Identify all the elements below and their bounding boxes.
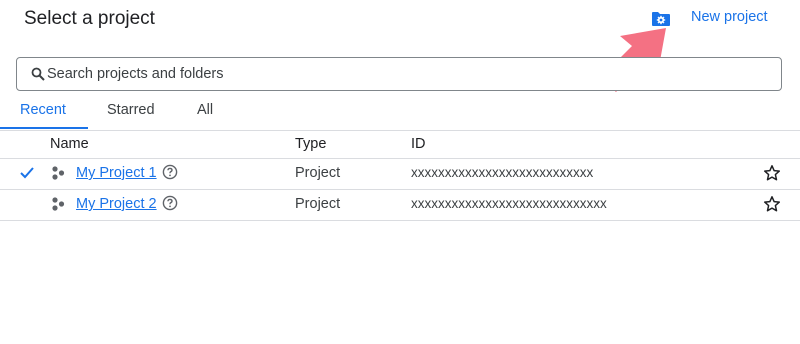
star-cell <box>763 190 781 218</box>
project-icon-cell <box>50 159 68 187</box>
tab-all[interactable]: All <box>197 102 213 118</box>
help-icon[interactable] <box>162 195 178 211</box>
search-box[interactable] <box>16 57 782 91</box>
type-cell: Project <box>295 196 341 212</box>
project-name-link[interactable]: My Project 1 <box>76 165 157 181</box>
tab-bar: Recent Starred All <box>0 98 800 131</box>
tab-recent[interactable]: Recent <box>20 102 66 118</box>
header-type: Type <box>295 136 327 152</box>
new-project-label[interactable]: New project <box>691 9 768 25</box>
table-row[interactable]: My Project 2 Project xxxxxxxxxxxxxxxxxxx… <box>0 190 800 221</box>
search-icon <box>31 67 45 81</box>
star-icon[interactable] <box>763 164 781 182</box>
id-cell: xxxxxxxxxxxxxxxxxxxxxxxxxxxxx <box>411 196 607 211</box>
project-icon-cell <box>50 190 68 218</box>
name-cell: My Project 1 <box>76 159 178 187</box>
id-cell: xxxxxxxxxxxxxxxxxxxxxxxxxxx <box>411 165 594 180</box>
type-cell: Project <box>295 165 341 181</box>
star-icon[interactable] <box>763 195 781 213</box>
select-project-dialog: Select a project New project Search proj… <box>0 0 800 344</box>
check-cell <box>18 159 38 187</box>
projects-table: Name Type ID My Project 1 Project xxxxxx… <box>0 130 800 221</box>
check-icon <box>20 167 34 179</box>
name-cell: My Project 2 <box>76 190 178 218</box>
table-row[interactable]: My Project 1 Project xxxxxxxxxxxxxxxxxxx… <box>0 159 800 190</box>
project-name-link[interactable]: My Project 2 <box>76 196 157 212</box>
active-tab-indicator <box>0 127 88 129</box>
table-header: Name Type ID <box>0 130 800 159</box>
header-id: ID <box>411 136 426 152</box>
dialog-title: Select a project <box>24 8 155 29</box>
project-icon <box>52 166 65 180</box>
header-name: Name <box>50 136 89 152</box>
tab-starred[interactable]: Starred <box>107 102 155 118</box>
help-icon[interactable] <box>162 164 178 180</box>
project-icon <box>52 197 65 211</box>
star-cell <box>763 159 781 187</box>
search-input[interactable] <box>47 66 747 82</box>
